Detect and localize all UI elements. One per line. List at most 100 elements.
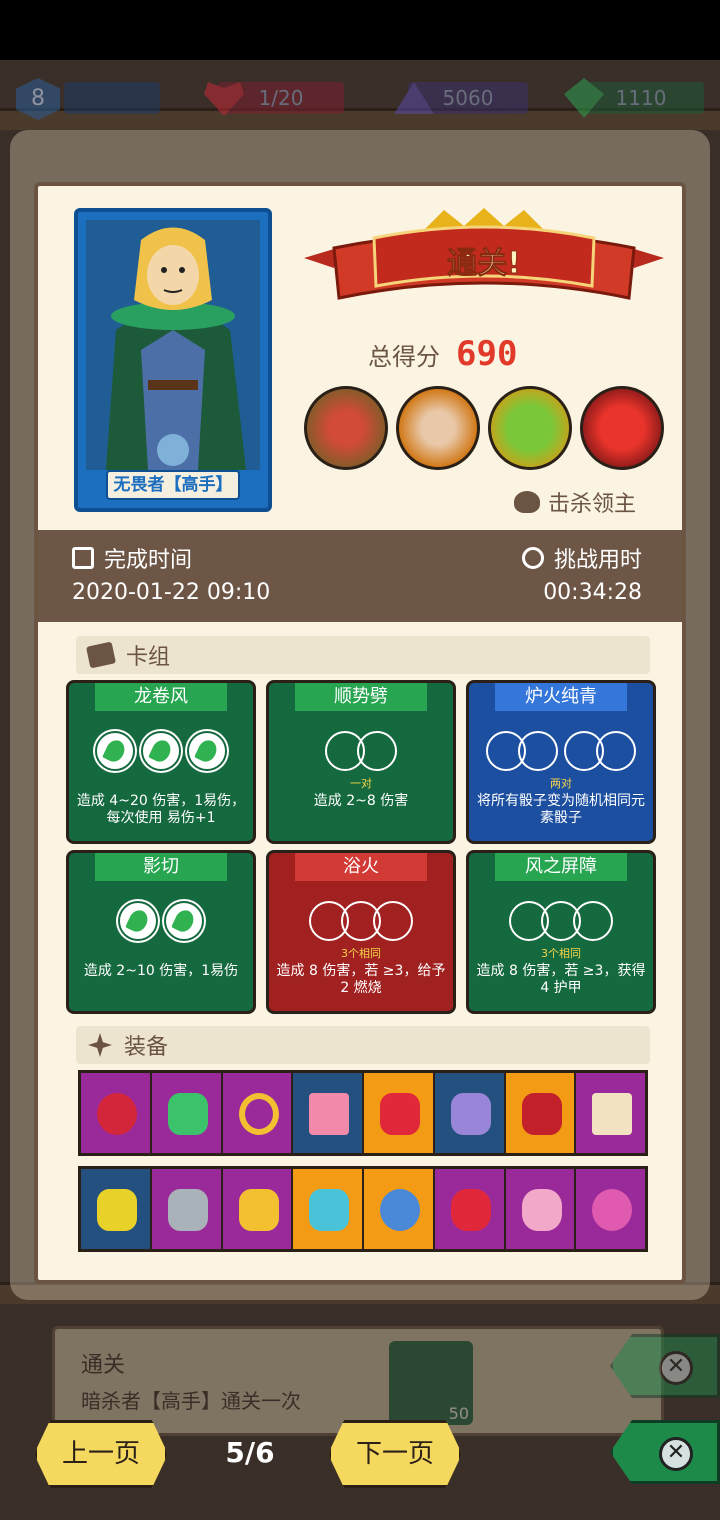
equip-slot[interactable] bbox=[81, 1169, 152, 1249]
equipment-row-2 bbox=[78, 1166, 648, 1252]
deck-card-mastery[interactable]: 炉火纯青 两对 将所有骰子变为随机相同元素骰子 bbox=[466, 680, 656, 844]
equip-slot[interactable] bbox=[364, 1169, 435, 1249]
card-desc: 造成 8 伤害，若 ≥3，给予 2 燃烧 bbox=[276, 963, 446, 996]
card-desc: 造成 2~10 伤害，1易伤 bbox=[83, 963, 239, 979]
complete-time-label: 完成时间 bbox=[72, 542, 192, 574]
card-requirement: 3个相同 bbox=[341, 947, 381, 960]
equip-slot[interactable] bbox=[81, 1073, 152, 1153]
card-desc: 造成 2~8 伤害 bbox=[313, 793, 409, 809]
dice-slots bbox=[269, 901, 453, 941]
dice-slots bbox=[69, 731, 253, 771]
spiked-orb-icon bbox=[380, 1189, 420, 1231]
equip-slot[interactable] bbox=[505, 1169, 577, 1249]
boss-demon-icon bbox=[580, 386, 664, 470]
close-button-back: ✕ bbox=[610, 1334, 720, 1398]
wind-die-icon bbox=[187, 731, 227, 771]
card-requirement: 一对 bbox=[350, 777, 372, 790]
quest-desc: 暗杀者【高手】通关一次 bbox=[81, 1389, 301, 1413]
skull-shield-icon bbox=[309, 1189, 350, 1231]
hero-card[interactable]: 无畏者【高手】 bbox=[74, 208, 272, 512]
deck-header: 卡组 bbox=[76, 636, 650, 674]
cards-icon bbox=[85, 641, 117, 669]
dice-slots bbox=[469, 901, 653, 941]
health-stat: 1/20 bbox=[204, 82, 344, 116]
deck-card-shadow-cut[interactable]: 影切 造成 2~10 伤害，1易伤 bbox=[66, 850, 256, 1014]
card-desc: 造成 4~20 伤害，1易伤，每次使用 易伤+1 bbox=[76, 793, 246, 826]
score-value: 690 bbox=[456, 334, 518, 374]
gold-ring-icon bbox=[238, 1093, 279, 1135]
equip-slot[interactable] bbox=[434, 1169, 506, 1249]
wind-die-icon bbox=[118, 901, 158, 941]
close-icon: ✕ bbox=[659, 1351, 693, 1385]
boot-icon bbox=[450, 1093, 491, 1135]
quest-item: 通关 暗杀者【高手】通关一次 50 bbox=[52, 1326, 664, 1436]
challenge-time-value: 00:34:28 bbox=[543, 580, 642, 605]
close-button[interactable]: ✕ bbox=[610, 1420, 720, 1484]
close-icon: ✕ bbox=[659, 1437, 693, 1471]
card-desc: 将所有骰子变为随机相同元素骰子 bbox=[477, 793, 645, 826]
equip-slot[interactable] bbox=[222, 1073, 294, 1153]
red-ring-icon bbox=[97, 1093, 137, 1135]
prev-page-button[interactable]: 上一页 bbox=[34, 1420, 168, 1488]
kill-boss-label: 击杀领主 bbox=[514, 486, 636, 518]
equip-slot[interactable] bbox=[364, 1073, 435, 1153]
next-page-button[interactable]: 下一页 bbox=[328, 1420, 462, 1488]
heart-stone-icon bbox=[238, 1189, 279, 1231]
empty-die-icon bbox=[357, 731, 397, 771]
empty-die-icon bbox=[573, 901, 613, 941]
scythe-icon bbox=[167, 1189, 208, 1231]
equip-slot[interactable] bbox=[222, 1169, 294, 1249]
card-requirement: 3个相同 bbox=[541, 947, 581, 960]
challenge-time-label: 挑战用时 bbox=[521, 542, 642, 574]
wind-die-icon bbox=[164, 901, 204, 941]
score-label: 总得分 bbox=[368, 342, 440, 371]
card-desc: 造成 8 伤害，若 ≥3，获得 4 护甲 bbox=[476, 963, 646, 996]
pink-die-icon bbox=[521, 1189, 562, 1231]
victory-banner: 通关! bbox=[304, 208, 664, 308]
quest-reward: 50 bbox=[389, 1341, 473, 1425]
ruby-icon bbox=[450, 1189, 491, 1231]
equip-slot[interactable] bbox=[576, 1169, 645, 1249]
dice-slots bbox=[469, 731, 653, 771]
equip-slot[interactable] bbox=[576, 1073, 645, 1153]
leaf-charm-icon bbox=[167, 1093, 208, 1135]
boss-list bbox=[304, 386, 664, 470]
hero-name: 无畏者【高手】 bbox=[106, 470, 240, 500]
dice-slots bbox=[69, 901, 253, 941]
gem-stat: 1110 bbox=[564, 78, 704, 118]
equip-slot[interactable] bbox=[293, 1073, 364, 1153]
crown-icon bbox=[521, 1093, 562, 1135]
deck-card-tornado[interactable]: 龙卷风 造成 4~20 伤害，1易伤，每次使用 易伤+1 bbox=[66, 680, 256, 844]
skull-icon bbox=[514, 491, 540, 513]
deck-card-bathe-fire[interactable]: 浴火 3个相同 造成 8 伤害，若 ≥3，给予 2 燃烧 bbox=[266, 850, 456, 1014]
calendar-icon bbox=[72, 547, 94, 569]
stopwatch-icon bbox=[521, 547, 544, 569]
boss-goblin-icon bbox=[488, 386, 572, 470]
heart-amulet-icon bbox=[592, 1189, 633, 1231]
gear-icon bbox=[88, 1033, 112, 1057]
deck-card-slash[interactable]: 顺势劈 一对 造成 2~8 伤害 bbox=[266, 680, 456, 844]
xp-bar bbox=[64, 82, 160, 114]
equip-slot[interactable] bbox=[151, 1073, 223, 1153]
empty-die-icon bbox=[518, 731, 558, 771]
boss-beast-icon bbox=[396, 386, 480, 470]
equip-slot[interactable] bbox=[151, 1169, 223, 1249]
empty-die-icon bbox=[373, 901, 413, 941]
quest-title: 通关 bbox=[81, 1353, 126, 1378]
heart-chest-icon bbox=[309, 1093, 350, 1135]
complete-time-value: 2020-01-22 09:10 bbox=[72, 580, 271, 605]
wind-die-icon bbox=[141, 731, 181, 771]
equip-slot[interactable] bbox=[293, 1169, 364, 1249]
card-requirement: 两对 bbox=[550, 777, 572, 790]
time-band: 完成时间 2020-01-22 09:10 挑战用时 00:34:28 bbox=[38, 530, 682, 622]
deck-card-wind-barrier[interactable]: 风之屏障 3个相同 造成 8 伤害，若 ≥3，获得 4 护甲 bbox=[466, 850, 656, 1014]
gold-stat: 5060 bbox=[394, 82, 528, 114]
scroll-icon bbox=[592, 1093, 633, 1135]
victory-text: 通关! bbox=[447, 246, 522, 282]
score-row: 总得分 690 bbox=[368, 334, 517, 374]
equip-slot[interactable] bbox=[505, 1073, 577, 1153]
swirl-icon bbox=[380, 1093, 420, 1135]
wind-die-icon bbox=[95, 731, 135, 771]
equip-slot[interactable] bbox=[434, 1073, 506, 1153]
clover-cube-icon bbox=[97, 1189, 137, 1231]
